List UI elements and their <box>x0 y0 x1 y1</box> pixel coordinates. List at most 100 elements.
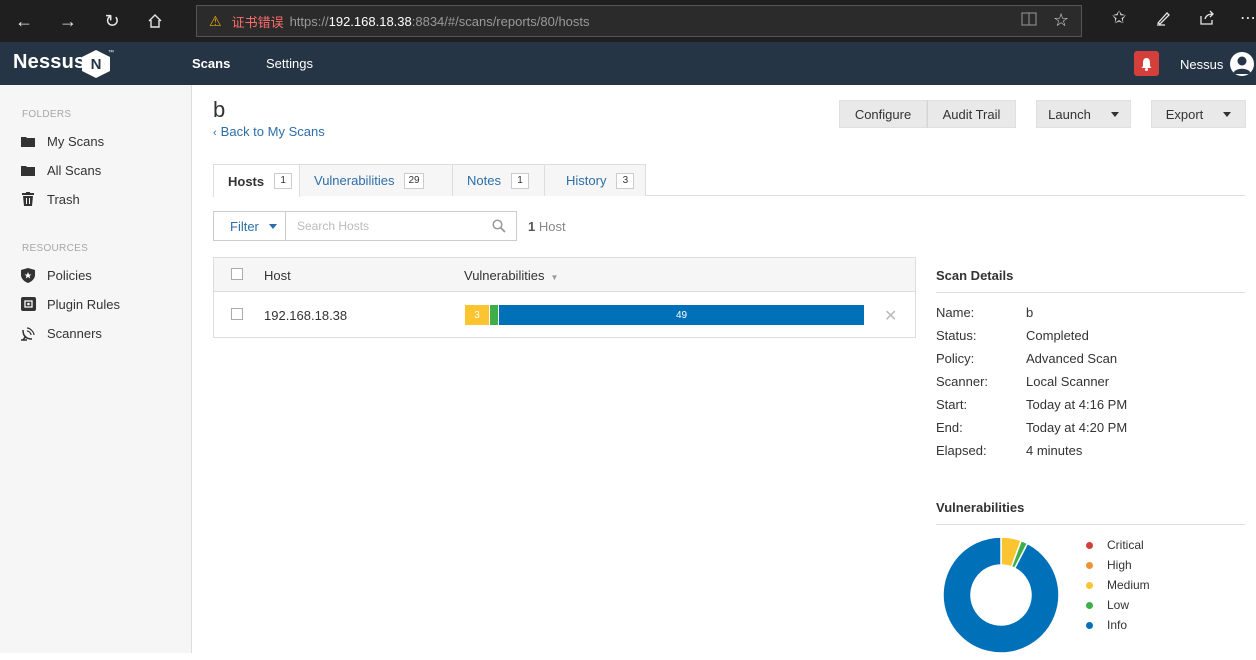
detail-key: Scanner: <box>936 374 989 389</box>
vulnerability-bar[interactable]: 3 49 <box>465 305 865 325</box>
sidebar-item-all-scans[interactable]: All Scans <box>20 162 101 178</box>
sidebar-item-my-scans[interactable]: My Scans <box>20 133 104 149</box>
refresh-icon[interactable]: ↻ <box>98 8 126 34</box>
back-to-my-scans-link[interactable]: ‹ Back to My Scans <box>213 124 325 139</box>
detail-value: b <box>1026 305 1034 320</box>
audit-trail-button[interactable]: Audit Trail <box>927 100 1016 128</box>
cert-error-label[interactable]: 证书错误 <box>232 12 284 31</box>
hosts-table: Host Vulnerabilities ▼ 192.168.18.38 3 49 … <box>213 257 916 338</box>
vuln-segment-low[interactable] <box>490 305 498 325</box>
detail-value: 4 minutes <box>1026 443 1083 458</box>
column-host[interactable]: Host <box>264 268 291 283</box>
host-count: 1 Host <box>528 219 566 234</box>
nav-scans[interactable]: Scans <box>192 56 230 71</box>
favorite-star-icon[interactable]: ☆ <box>1053 10 1069 31</box>
vulnerabilities-title: Vulnerabilities <box>936 500 1025 515</box>
detail-key: Status: <box>936 328 977 343</box>
sidebar-item-policies[interactable]: Policies <box>20 267 92 283</box>
legend-dot-icon <box>1086 601 1093 609</box>
url-text[interactable]: https://192.168.18.38:8834/#/scans/repor… <box>290 14 590 29</box>
home-icon[interactable] <box>141 8 169 34</box>
row-host[interactable]: 192.168.18.38 <box>264 308 347 323</box>
detail-value: Local Scanner <box>1026 374 1110 389</box>
forward-arrow-icon[interactable]: → <box>54 8 82 34</box>
row-checkbox[interactable] <box>231 308 243 320</box>
tab-count-badge: 1 <box>510 172 529 189</box>
app-header: Nessus N ™ Scans Settings <box>0 42 1256 85</box>
nessus-logo-badge: N <box>82 50 110 78</box>
trademark-mark: ™ <box>108 50 114 56</box>
address-bar[interactable]: ⚠ 证书错误 https://192.168.18.38:8834/#/scan… <box>196 5 1082 37</box>
plugin-icon <box>20 296 36 312</box>
detail-key: Start: <box>936 397 968 412</box>
caret-down-icon <box>1223 111 1232 117</box>
launch-button[interactable]: Launch <box>1036 100 1131 128</box>
panel-divider <box>936 292 1245 293</box>
share-icon[interactable] <box>1199 10 1215 31</box>
tab-count-badge: 29 <box>404 172 424 189</box>
back-arrow-icon[interactable]: ← <box>10 8 38 34</box>
detail-value: Today at 4:20 PM <box>1026 420 1128 435</box>
legend-item-critical[interactable]: Critical <box>1086 538 1144 552</box>
resources-heading: RESOURCES <box>22 243 89 254</box>
notification-bell-icon[interactable] <box>1134 51 1159 76</box>
more-icon[interactable]: ⋯ <box>1240 8 1256 28</box>
legend-item-info[interactable]: Info <box>1086 618 1127 632</box>
vuln-segment-medium[interactable]: 3 <box>465 305 489 325</box>
folders-heading: FOLDERS <box>22 109 72 120</box>
pen-icon[interactable] <box>1155 10 1171 31</box>
detail-key: Elapsed: <box>936 443 987 458</box>
tab-hosts[interactable]: Hosts 1 <box>213 164 300 197</box>
detail-value: Advanced Scan <box>1026 351 1118 366</box>
detail-value: Today at 4:16 PM <box>1026 397 1128 412</box>
select-all-checkbox[interactable] <box>231 268 243 280</box>
column-vulnerabilities[interactable]: Vulnerabilities ▼ <box>464 268 558 283</box>
shield-icon <box>20 267 36 283</box>
tab-history[interactable]: History 3 <box>544 164 646 196</box>
tab-count-badge: 1 <box>274 173 293 189</box>
table-header: Host Vulnerabilities ▼ <box>214 258 915 292</box>
legend-dot-icon <box>1086 621 1093 629</box>
legend-item-high[interactable]: High <box>1086 558 1132 572</box>
detail-key: End: <box>936 420 963 435</box>
vulnerabilities-donut-chart <box>942 536 1060 654</box>
reading-view-icon[interactable] <box>1021 12 1037 30</box>
detail-key: Name: <box>936 305 975 320</box>
legend-item-medium[interactable]: Medium <box>1086 578 1150 592</box>
page-title: b <box>213 97 226 122</box>
browser-toolbar: ← → ↻ ⚠ 证书错误 https://192.168.18.38:8834/… <box>0 0 1256 42</box>
tab-notes[interactable]: Notes 1 <box>452 164 545 196</box>
panel-divider <box>936 524 1245 525</box>
trash-icon <box>20 191 36 207</box>
search-hosts-input[interactable] <box>286 212 476 240</box>
search-icon[interactable] <box>492 219 506 236</box>
warning-icon: ⚠ <box>209 12 222 29</box>
donut-slice-info[interactable] <box>942 536 1060 654</box>
vuln-segment-info[interactable]: 49 <box>499 305 864 325</box>
folder-icon <box>20 133 36 149</box>
legend-dot-icon <box>1086 581 1093 589</box>
sidebar-item-trash[interactable]: Trash <box>20 191 80 207</box>
detail-value: Completed <box>1026 328 1089 343</box>
user-avatar-icon[interactable] <box>1230 52 1254 76</box>
sidebar-item-scanners[interactable]: Scanners <box>20 325 102 341</box>
nav-settings[interactable]: Settings <box>266 56 313 71</box>
export-button[interactable]: Export <box>1151 100 1246 128</box>
user-name[interactable]: Nessus <box>1180 57 1223 72</box>
scan-details-title: Scan Details <box>936 268 1014 283</box>
configure-button[interactable]: Configure <box>839 100 927 128</box>
satellite-dish-icon <box>20 325 36 341</box>
favorites-icon[interactable]: ✩ <box>1112 8 1126 28</box>
chevron-left-icon: ‹ <box>213 127 217 139</box>
caret-down-icon <box>1110 111 1119 117</box>
legend-dot-icon <box>1086 561 1093 569</box>
nessus-logo[interactable]: Nessus <box>13 51 85 74</box>
folder-icon <box>20 162 36 178</box>
caret-down-icon <box>268 223 277 229</box>
legend-item-low[interactable]: Low <box>1086 598 1129 612</box>
filter-button[interactable]: Filter <box>213 211 286 241</box>
remove-host-icon[interactable]: ✕ <box>884 306 897 326</box>
search-box <box>285 211 517 241</box>
tab-vulnerabilities[interactable]: Vulnerabilities 29 <box>299 164 453 196</box>
sidebar-item-plugin-rules[interactable]: Plugin Rules <box>20 296 120 312</box>
